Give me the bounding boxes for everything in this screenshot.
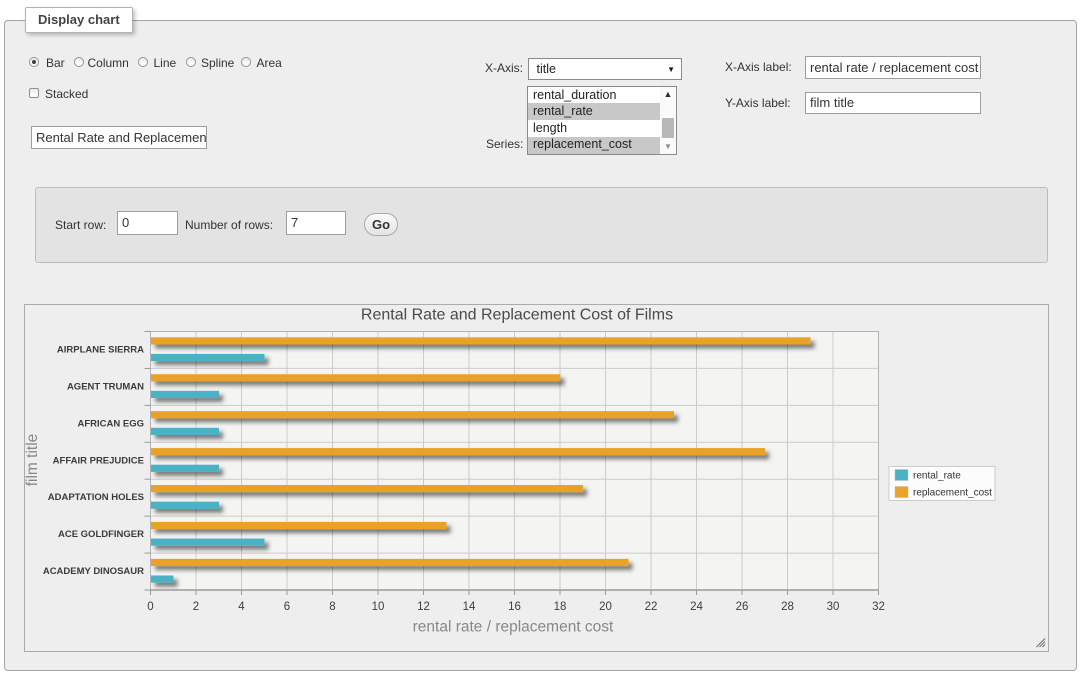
svg-text:22: 22 — [645, 601, 658, 613]
svg-text:AFRICAN EGG: AFRICAN EGG — [78, 418, 145, 429]
svg-text:24: 24 — [690, 601, 703, 613]
svg-text:18: 18 — [554, 601, 567, 613]
svg-text:AIRPLANE SIERRA: AIRPLANE SIERRA — [57, 345, 144, 356]
svg-text:0: 0 — [147, 601, 153, 613]
svg-text:6: 6 — [284, 601, 290, 613]
svg-text:rental rate / replacement cost: rental rate / replacement cost — [413, 619, 614, 636]
svg-text:ADAPTATION HOLES: ADAPTATION HOLES — [48, 492, 144, 503]
svg-text:32: 32 — [872, 601, 885, 613]
svg-text:16: 16 — [508, 601, 521, 613]
svg-text:8: 8 — [329, 601, 335, 613]
svg-text:replacement_cost: replacement_cost — [913, 488, 992, 499]
svg-text:12: 12 — [417, 601, 430, 613]
svg-text:ACADEMY DINOSAUR: ACADEMY DINOSAUR — [43, 566, 144, 577]
svg-text:Rental Rate and Replacement Co: Rental Rate and Replacement Cost of Film… — [361, 307, 673, 324]
svg-text:20: 20 — [599, 601, 612, 613]
svg-text:AFFAIR PREJUDICE: AFFAIR PREJUDICE — [53, 455, 144, 466]
svg-text:28: 28 — [781, 601, 794, 613]
svg-text:film title: film title — [25, 434, 41, 487]
svg-text:AGENT TRUMAN: AGENT TRUMAN — [67, 381, 144, 392]
svg-text:ACE GOLDFINGER: ACE GOLDFINGER — [58, 529, 144, 540]
svg-text:26: 26 — [736, 601, 749, 613]
svg-text:4: 4 — [238, 601, 245, 613]
svg-text:30: 30 — [827, 601, 840, 613]
svg-text:2: 2 — [193, 601, 199, 613]
svg-text:10: 10 — [372, 601, 385, 613]
svg-text:14: 14 — [463, 601, 476, 613]
svg-text:rental_rate: rental_rate — [913, 471, 961, 482]
